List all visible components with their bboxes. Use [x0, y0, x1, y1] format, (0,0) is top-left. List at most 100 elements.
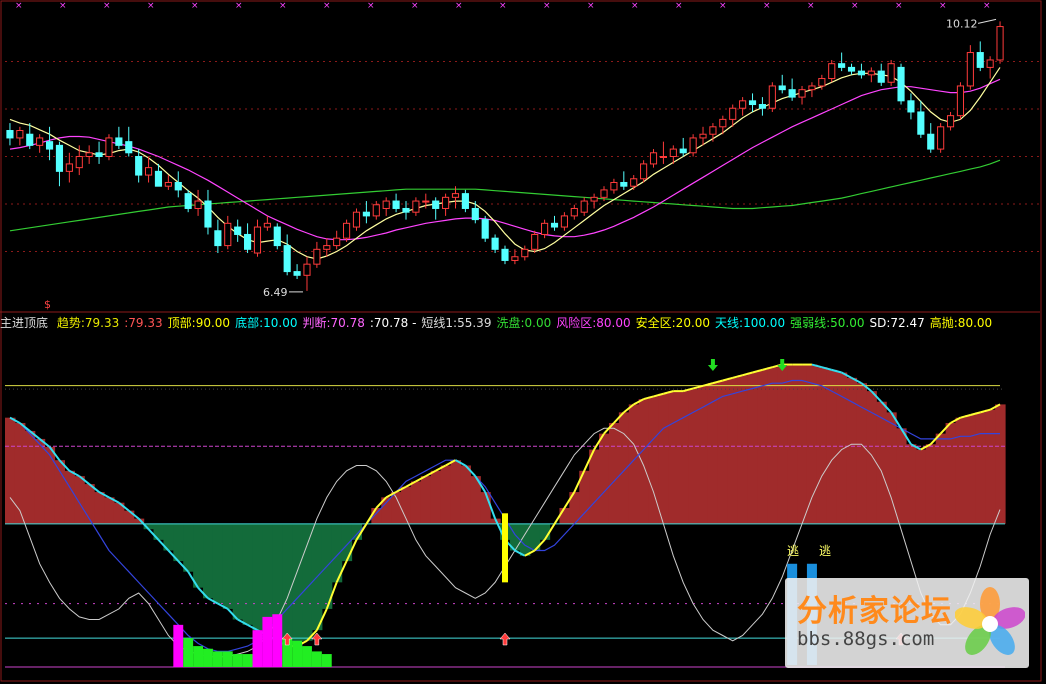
x-marker: × [235, 1, 243, 11]
candle-body [6, 130, 14, 139]
trend-area-bar [242, 523, 254, 625]
candle-body [234, 226, 242, 235]
candle-body [432, 200, 440, 209]
x-marker: × [763, 1, 771, 11]
trend-area-bar [252, 523, 264, 631]
indicator-item: :70.78 - [369, 316, 417, 330]
candle-body [352, 211, 361, 228]
candle-body [283, 245, 291, 273]
candle-body [838, 63, 846, 68]
candle-body [402, 207, 410, 213]
green-bar [193, 646, 204, 667]
flower-logo-icon [955, 587, 1025, 655]
trend-area-bar [232, 523, 244, 620]
trend-area-bar [608, 422, 620, 524]
candle-body [16, 130, 24, 139]
candle-body [65, 163, 73, 172]
trend-area-bar [806, 364, 818, 524]
escape-label-1: 逃 [787, 544, 800, 558]
candle-body [659, 156, 667, 158]
x-marker: × [587, 1, 595, 11]
candle-body [748, 100, 757, 106]
trend-area-bar [955, 417, 966, 524]
trend-area-bar [64, 470, 75, 524]
x-marker: × [499, 1, 507, 11]
candle-body [669, 148, 677, 157]
x-marker: × [15, 1, 23, 11]
trend-area-bar [203, 523, 214, 599]
candle-body [491, 237, 499, 250]
high-arrow [977, 18, 997, 24]
green-bar [212, 651, 223, 667]
green-bar [203, 648, 213, 667]
candle-body [313, 248, 321, 265]
trend-area-bar [54, 460, 66, 524]
candle-body [996, 26, 1004, 61]
indicator-item: 洗盘:0.00 [496, 316, 552, 330]
trend-area-bar [856, 383, 867, 524]
trend-area-bar [74, 476, 85, 524]
candle-body [521, 248, 529, 258]
trend-area-bar [24, 430, 36, 524]
candle-body [471, 207, 479, 221]
candle-body [105, 137, 113, 157]
candle-body [461, 193, 469, 209]
signal-mark: $ [44, 298, 51, 311]
candle-body [828, 63, 836, 80]
x-marker: × [675, 1, 683, 11]
x-marker: × [807, 1, 815, 11]
candle-body [293, 271, 301, 276]
candle-body [649, 152, 658, 165]
candle-body [719, 118, 727, 128]
candle-body [372, 204, 380, 217]
trend-area-bar [717, 380, 729, 524]
x-marker: × [147, 1, 155, 11]
candle-body [907, 100, 915, 113]
candle-body [135, 156, 143, 176]
candle-body [739, 100, 747, 109]
candle-body [550, 222, 559, 228]
candle-body [95, 152, 103, 158]
trend-area-bar [222, 523, 234, 609]
green-bar [232, 654, 243, 667]
candle-body [689, 137, 697, 154]
x-marker: × [455, 1, 463, 11]
green-bar [222, 651, 233, 667]
candle-body [778, 85, 786, 91]
candle-body [640, 163, 648, 180]
candle-body [630, 178, 638, 187]
trend-area-bar [925, 444, 937, 524]
indicator-item: 天线:100.00 [715, 316, 786, 330]
candle-body [115, 137, 123, 146]
x-marker: × [103, 1, 111, 11]
indicator-item: 强弱线:50.00 [790, 316, 865, 330]
low-price-label: 6.49 [263, 286, 288, 299]
indicator-item: 趋势:79.33 [56, 316, 120, 330]
watermark-url: bbs.88gs.com [797, 628, 935, 650]
candle-body [382, 200, 390, 209]
candle-body [273, 226, 281, 247]
candle-body [263, 222, 271, 228]
magenta-bar [173, 624, 184, 667]
trend-area-bar [787, 364, 798, 524]
candle-body [55, 144, 64, 172]
trend-area-bar [767, 367, 778, 524]
candle-body [570, 207, 578, 217]
candle-body [590, 196, 598, 202]
candle-body [501, 248, 509, 261]
trend-area-bar [985, 409, 996, 524]
ma-short-line [9, 67, 1001, 260]
trend-area-bar [777, 364, 788, 524]
trend-area-bar [905, 444, 917, 524]
trend-area-bar [292, 523, 303, 647]
trend-area-bar [886, 412, 897, 524]
trend-area-bar [797, 364, 808, 524]
trend-area-bar [995, 404, 1006, 524]
candle-body [303, 263, 311, 276]
trend-area-bar [371, 507, 382, 524]
candle-body [808, 85, 816, 91]
candle-body [758, 104, 766, 109]
trend-area-bar [668, 391, 679, 524]
green-bar [183, 638, 194, 667]
x-marker: × [279, 1, 287, 11]
